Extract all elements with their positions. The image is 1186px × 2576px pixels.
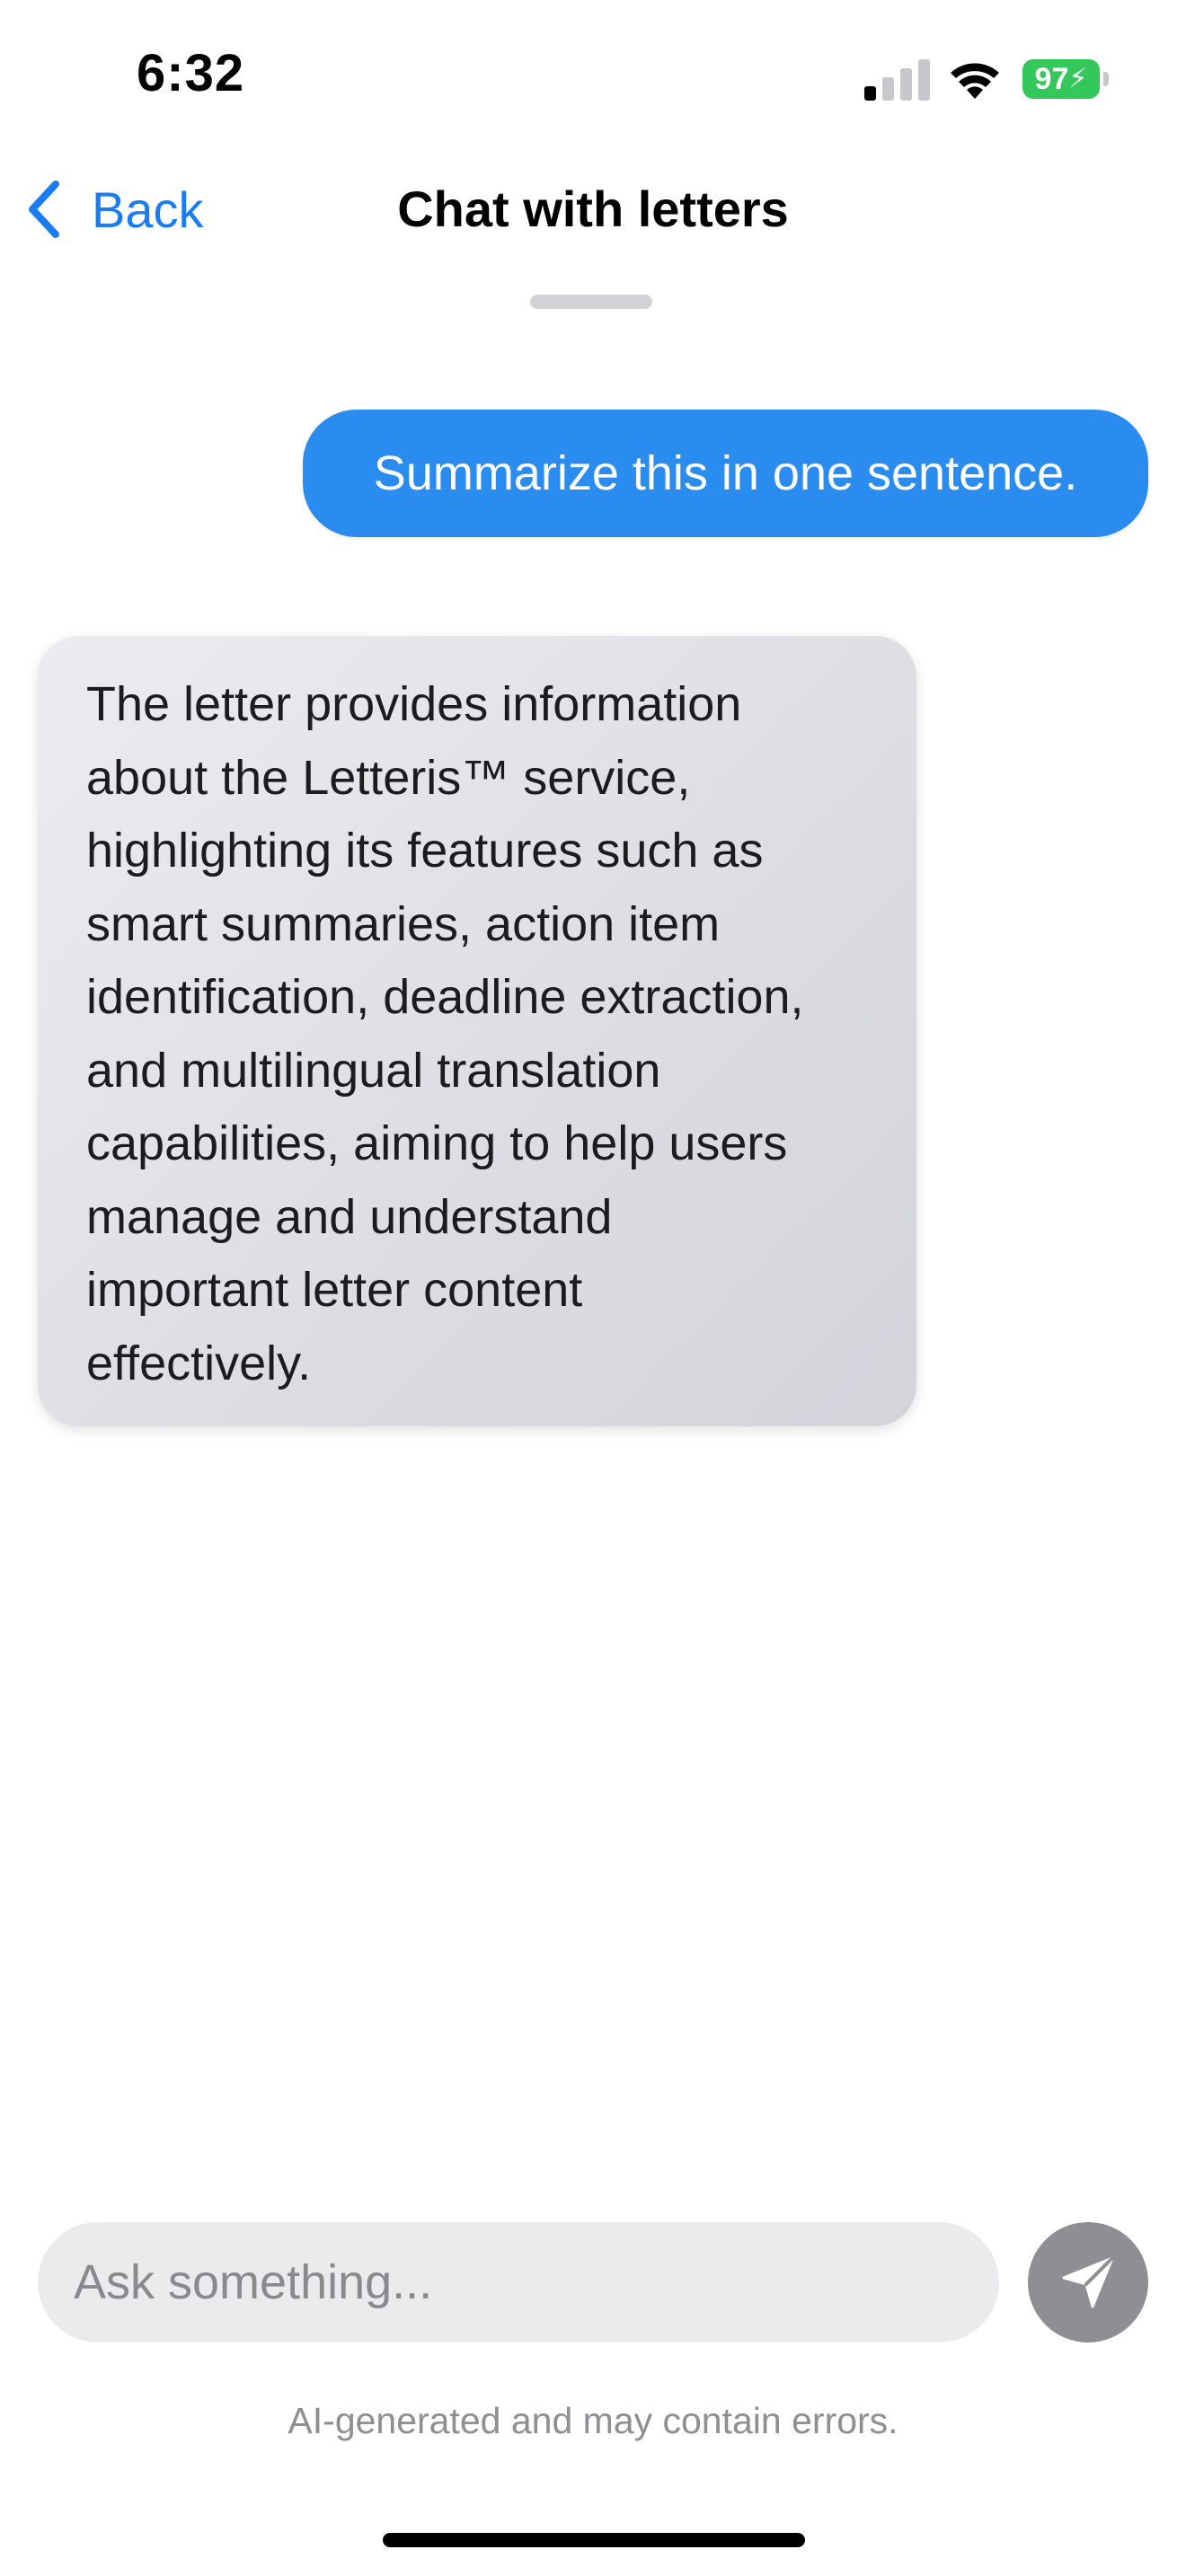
user-message-bubble: Summarize this in one sentence. [303,410,1148,537]
assistant-message-line: highlighting its features such as [86,824,764,878]
cellular-signal-icon [864,59,930,101]
battery-tip [1103,72,1109,86]
wifi-icon [951,63,999,99]
assistant-message-line: about the Letteris™ service, [86,750,691,805]
home-indicator[interactable] [383,2533,805,2547]
assistant-message-bubble: The letter provides information about th… [38,636,916,1426]
charging-bolt-icon: ⚡ [1068,64,1088,93]
sheet-grabber[interactable] [530,295,652,309]
status-time: 6:32 [137,44,245,102]
paper-plane-icon [1062,2256,1114,2308]
ai-disclaimer: AI-generated and may contain errors. [288,2400,898,2441]
assistant-message-line: important letter content [86,1263,583,1317]
send-button[interactable] [1028,2222,1148,2342]
assistant-message-line: smart summaries, action item [86,896,721,951]
assistant-message-line: The letter provides information [86,677,742,731]
user-message-text: Summarize this in one sentence. [373,446,1078,500]
assistant-message-line: capabilities, aiming to help users [86,1116,788,1170]
assistant-message-line: manage and understand [86,1189,613,1244]
battery-level: 97 [1034,62,1069,96]
ask-input[interactable] [38,2222,999,2342]
assistant-message-line: identification, deadline extraction, [86,970,804,1024]
page-title: Chat with letters [397,181,789,237]
assistant-message-line: effectively. [86,1336,312,1390]
assistant-message-line: and multilingual translation [86,1043,661,1098]
battery-indicator: 97 ⚡ [1022,59,1100,99]
